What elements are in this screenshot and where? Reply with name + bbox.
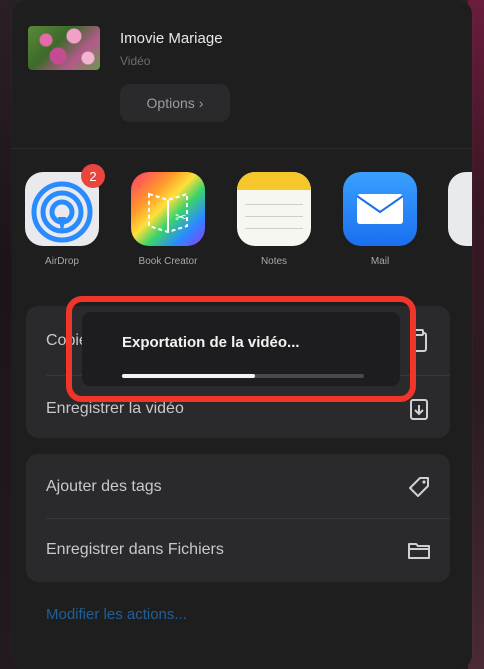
app-notes[interactable]: Notes — [234, 172, 314, 267]
export-message: Exportation de la vidéo... — [122, 334, 300, 351]
svg-text:✂: ✂ — [175, 210, 187, 226]
download-icon — [410, 399, 428, 420]
app-more[interactable] — [448, 172, 472, 246]
chevron-right-icon: › — [198, 95, 204, 111]
mail-icon — [343, 172, 417, 246]
export-progress-fill — [122, 374, 256, 378]
save-files-action[interactable]: Enregistrer dans Fichiers — [26, 519, 450, 581]
modify-actions-link[interactable]: Modifier les actions... — [46, 606, 187, 623]
app-mail[interactable]: Mail — [340, 172, 420, 267]
video-title: Imovie Mariage — [120, 30, 223, 47]
video-thumbnail — [28, 26, 100, 70]
save-video-label: Enregistrer la vidéo — [46, 400, 184, 417]
options-label: Options — [146, 95, 195, 111]
options-button[interactable]: Options › — [120, 84, 230, 122]
video-type: Vidéo — [120, 54, 151, 68]
app-label: AirDrop — [45, 256, 79, 267]
tag-icon — [409, 477, 429, 497]
export-progress-bar — [122, 374, 364, 378]
folder-icon — [408, 543, 430, 559]
action-group-2: Ajouter des tags Enregistrer dans Fichie… — [26, 454, 450, 582]
more-apps-icon — [448, 172, 472, 246]
airdrop-icon: 2 — [25, 164, 105, 246]
header-divider — [12, 148, 472, 149]
app-label: Mail — [370, 256, 390, 267]
app-label: Book Creator — [138, 256, 198, 267]
app-airdrop[interactable]: 2 AirDrop — [22, 164, 105, 267]
add-tags-action[interactable]: Ajouter des tags — [26, 456, 450, 518]
add-tags-label: Ajouter des tags — [46, 478, 162, 495]
highlight-box: Exportation de la vidéo... — [66, 296, 416, 402]
app-label: Notes — [260, 256, 288, 267]
notes-icon — [237, 172, 311, 246]
save-files-label: Enregistrer dans Fichiers — [46, 541, 224, 558]
notification-badge: 2 — [81, 164, 105, 188]
app-book-creator[interactable]: ✂ Book Creator — [128, 172, 208, 267]
book-creator-icon: ✂ — [131, 172, 205, 246]
